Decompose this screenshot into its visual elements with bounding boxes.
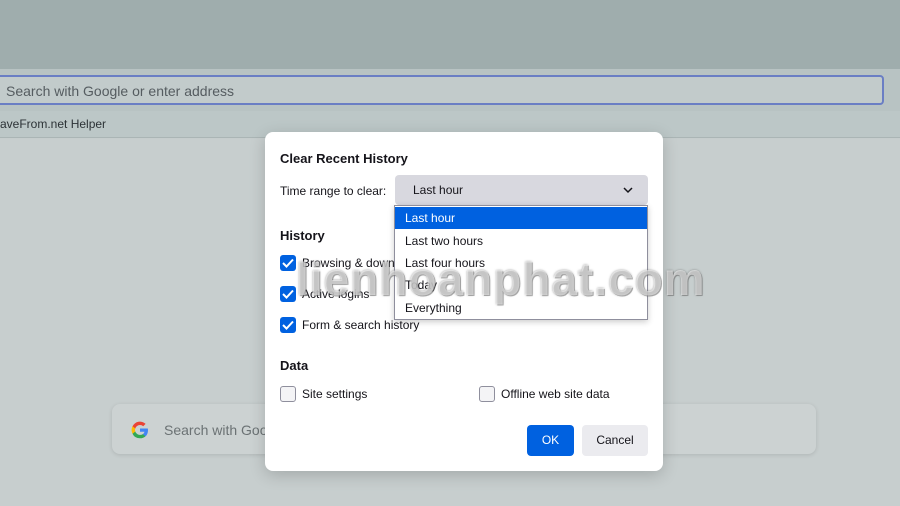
dialog-title: Clear Recent History — [280, 151, 408, 166]
checkbox-label: Form & search history — [302, 318, 420, 332]
watermark-text: lienhoanphat.com — [296, 253, 706, 305]
time-range-value: Last hour — [413, 183, 464, 197]
dropdown-option-last-hour[interactable]: Last hour — [395, 207, 647, 229]
google-icon — [131, 421, 148, 439]
chevron-down-icon — [623, 187, 633, 194]
data-section-title: Data — [280, 358, 309, 373]
time-range-select[interactable]: Last hour — [395, 175, 648, 205]
checkbox-checked-icon[interactable] — [280, 255, 296, 271]
history-section-title: History — [280, 228, 325, 243]
address-bar-placeholder: Search with Google or enter address — [6, 83, 235, 99]
checkbox-checked-icon[interactable] — [280, 286, 296, 302]
checkbox-label: Site settings — [302, 387, 368, 401]
checkbox-checked-icon[interactable] — [280, 317, 296, 333]
checkbox-label: Offline web site data — [501, 387, 610, 401]
cancel-button[interactable]: Cancel — [582, 425, 648, 456]
newtab-search-placeholder: Search with Goo — [164, 422, 268, 438]
bookmark-item[interactable]: aveFrom.net Helper — [0, 117, 106, 131]
checkbox-unchecked-icon[interactable] — [280, 386, 296, 402]
browser-tab-strip — [0, 0, 900, 69]
checkbox-unchecked-icon[interactable] — [479, 386, 495, 402]
dropdown-option-last-two-hours[interactable]: Last two hours — [395, 230, 647, 252]
time-range-label: Time range to clear: — [280, 184, 387, 198]
ok-button[interactable]: OK — [527, 425, 574, 456]
